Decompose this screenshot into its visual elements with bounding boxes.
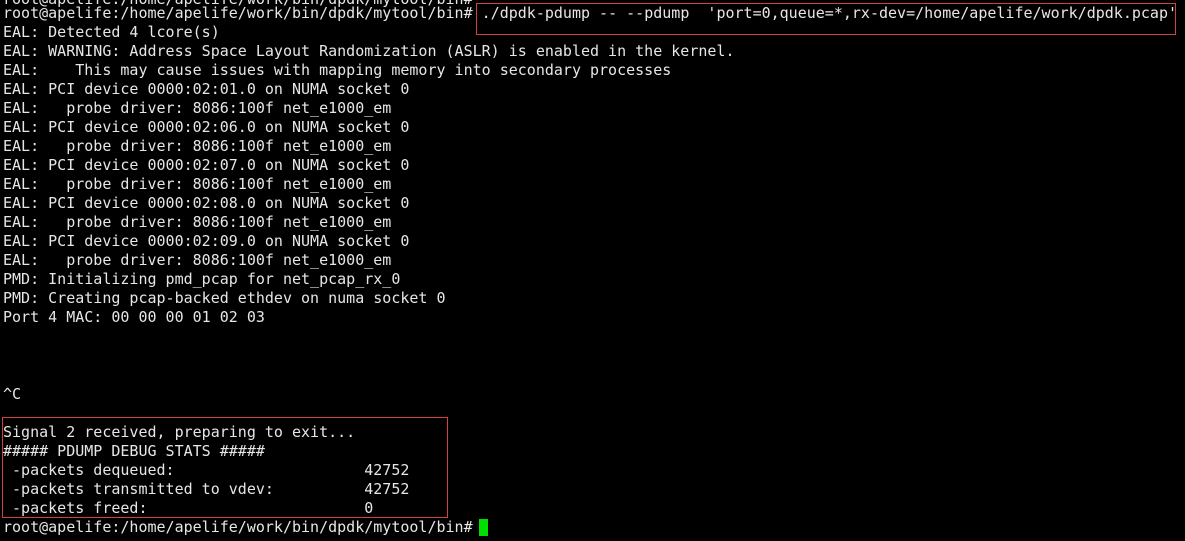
output-line: Port 4 MAC: 00 00 00 01 02 03 — [3, 308, 265, 326]
output-line: EAL: PCI device 0000:02:07.0 on NUMA soc… — [3, 156, 410, 174]
output-line: EAL: PCI device 0000:02:09.0 on NUMA soc… — [3, 232, 410, 250]
output-line: PMD: Creating pcap-backed ethdev on numa… — [3, 289, 446, 307]
final-prompt: root@apelife:/home/apelife/work/bin/dpdk… — [3, 518, 473, 536]
output-line: EAL: probe driver: 8086:100f net_e1000_e… — [3, 175, 392, 193]
terminal-cursor[interactable] — [479, 519, 488, 536]
stats-line: -packets dequeued: 42752 — [3, 461, 410, 479]
output-line: PMD: Initializing pmd_pcap for net_pcap_… — [3, 270, 401, 288]
output-line: EAL: PCI device 0000:02:08.0 on NUMA soc… — [3, 194, 410, 212]
command-highlight-box — [476, 3, 1176, 35]
output-line: EAL: probe driver: 8086:100f net_e1000_e… — [3, 251, 392, 269]
output-line: EAL: WARNING: Address Space Layout Rando… — [3, 42, 735, 60]
output-line: EAL: PCI device 0000:02:01.0 on NUMA soc… — [3, 80, 410, 98]
stats-line: -packets freed: 0 — [3, 499, 374, 517]
output-line: EAL: probe driver: 8086:100f net_e1000_e… — [3, 99, 392, 117]
output-line: EAL: PCI device 0000:02:06.0 on NUMA soc… — [3, 118, 410, 136]
output-line: EAL: probe driver: 8086:100f net_e1000_e… — [3, 213, 392, 231]
prompt: root@apelife:/home/apelife/work/bin/dpdk… — [3, 4, 473, 22]
output-line: EAL: Detected 4 lcore(s) — [3, 23, 220, 41]
terminal-window[interactable]: root@apelife:/home/apelife/work/bin/dpdk… — [0, 0, 1185, 541]
interrupt-line: ^C — [3, 385, 22, 403]
stats-line: Signal 2 received, preparing to exit... — [3, 423, 356, 441]
output-line: EAL: This may cause issues with mapping … — [3, 61, 672, 79]
stats-line: -packets transmitted to vdev: 42752 — [3, 480, 410, 498]
stats-line: ##### PDUMP DEBUG STATS ##### — [3, 442, 265, 460]
output-line: EAL: probe driver: 8086:100f net_e1000_e… — [3, 137, 392, 155]
